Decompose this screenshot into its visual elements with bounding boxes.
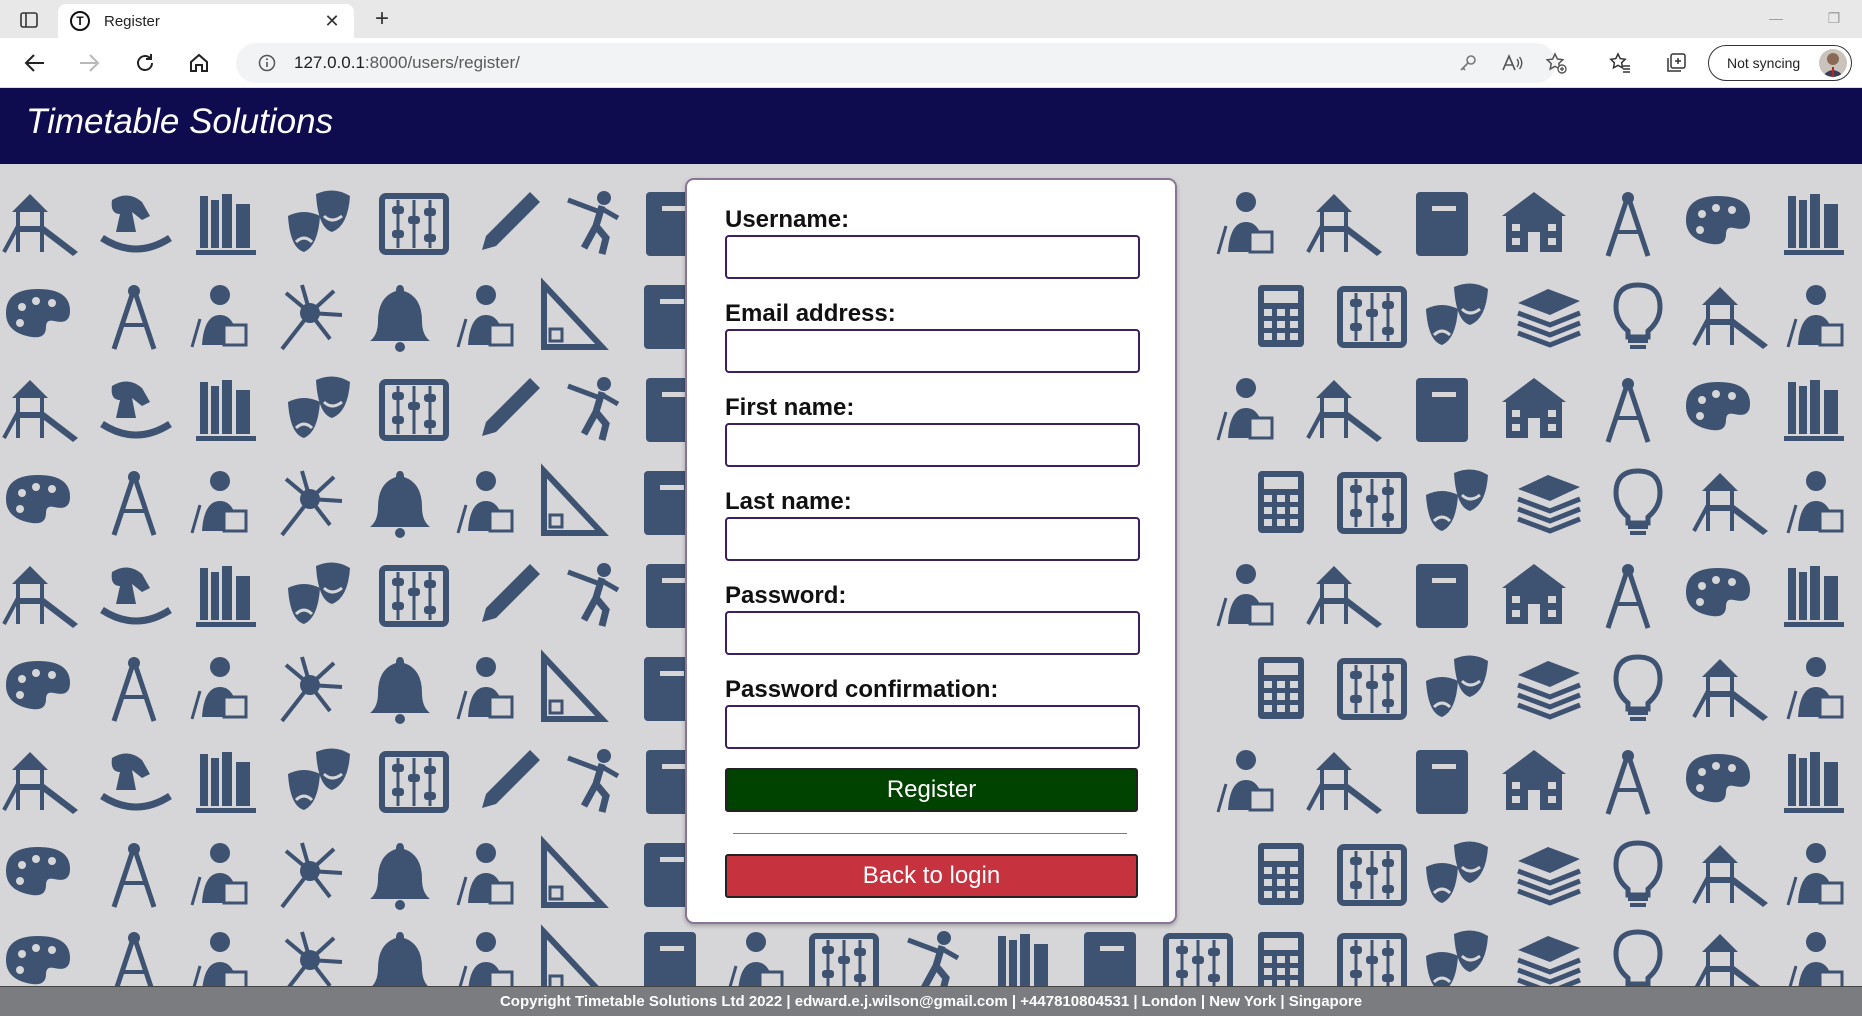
home-icon[interactable] — [182, 48, 216, 78]
add-favorite-icon[interactable] — [1540, 43, 1572, 83]
site-info-icon[interactable] — [256, 52, 278, 74]
form-divider — [733, 833, 1127, 834]
username-input[interactable] — [725, 235, 1140, 279]
last-name-input[interactable] — [725, 517, 1140, 561]
site-header: Timetable Solutions — [0, 88, 1862, 164]
site-title: Timetable Solutions — [26, 102, 334, 141]
url-path: :8000/users/register/ — [364, 53, 520, 72]
sync-label: Not syncing — [1727, 55, 1801, 71]
browser-tab-register[interactable]: T Register ✕ — [58, 4, 354, 38]
avatar — [1819, 49, 1847, 77]
url-host: 127.0.0.1 — [294, 53, 365, 72]
back-arrow-icon[interactable] — [18, 48, 52, 78]
register-form-card: Username: Email address: First name: Las… — [685, 178, 1177, 924]
tab-title: Register — [104, 12, 160, 30]
footer-text: Copyright Timetable Solutions Ltd 2022 |… — [499, 993, 1363, 1010]
back-to-login-button[interactable]: Back to login — [725, 854, 1138, 898]
email-input[interactable] — [725, 329, 1140, 373]
forward-arrow-icon[interactable] — [72, 48, 106, 78]
profile-sync-button[interactable]: Not syncing — [1708, 45, 1852, 81]
close-tab-icon[interactable]: ✕ — [322, 11, 342, 32]
password-confirmation-label: Password confirmation: — [725, 676, 999, 703]
reload-icon[interactable] — [128, 48, 162, 78]
browser-tab-strip: T Register ✕ + — ❐ — [0, 0, 1862, 38]
password-label: Password: — [725, 582, 847, 609]
address-bar[interactable]: 127.0.0.1:8000/users/register/ — [236, 43, 1556, 83]
password-input[interactable] — [725, 611, 1140, 655]
username-label: Username: — [725, 206, 850, 233]
first-name-label: First name: — [725, 394, 855, 421]
first-name-input[interactable] — [725, 423, 1140, 467]
restore-icon[interactable]: ❐ — [1824, 8, 1844, 28]
new-tab-icon[interactable]: + — [368, 6, 396, 34]
key-icon[interactable] — [1452, 43, 1484, 83]
last-name-label: Last name: — [725, 488, 852, 515]
tab-actions-icon[interactable] — [14, 7, 44, 33]
collections-icon[interactable] — [1660, 43, 1692, 83]
password-confirmation-input[interactable] — [725, 705, 1140, 749]
site-favicon-icon: T — [70, 11, 90, 31]
register-button[interactable]: Register — [725, 768, 1138, 812]
favorites-icon[interactable] — [1604, 43, 1636, 83]
minimize-icon[interactable]: — — [1766, 8, 1786, 28]
read-aloud-icon[interactable] — [1496, 43, 1528, 83]
email-label: Email address: — [725, 300, 896, 327]
site-footer: Copyright Timetable Solutions Ltd 2022 |… — [0, 986, 1862, 1016]
browser-toolbar: 127.0.0.1:8000/users/register/ Not synci… — [0, 38, 1862, 88]
